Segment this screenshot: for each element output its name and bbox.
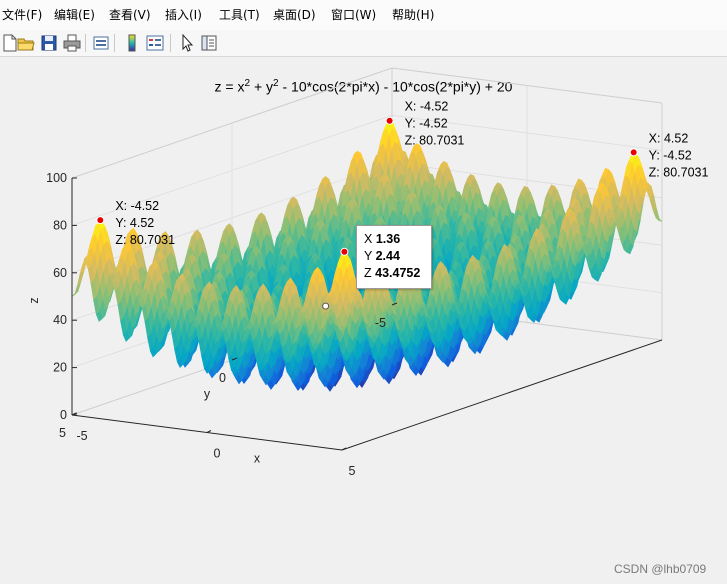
surface-plot[interactable]: 020406080100-50550-5xyz X: 4.52Y: 4.52Z:… (0, 0, 727, 584)
